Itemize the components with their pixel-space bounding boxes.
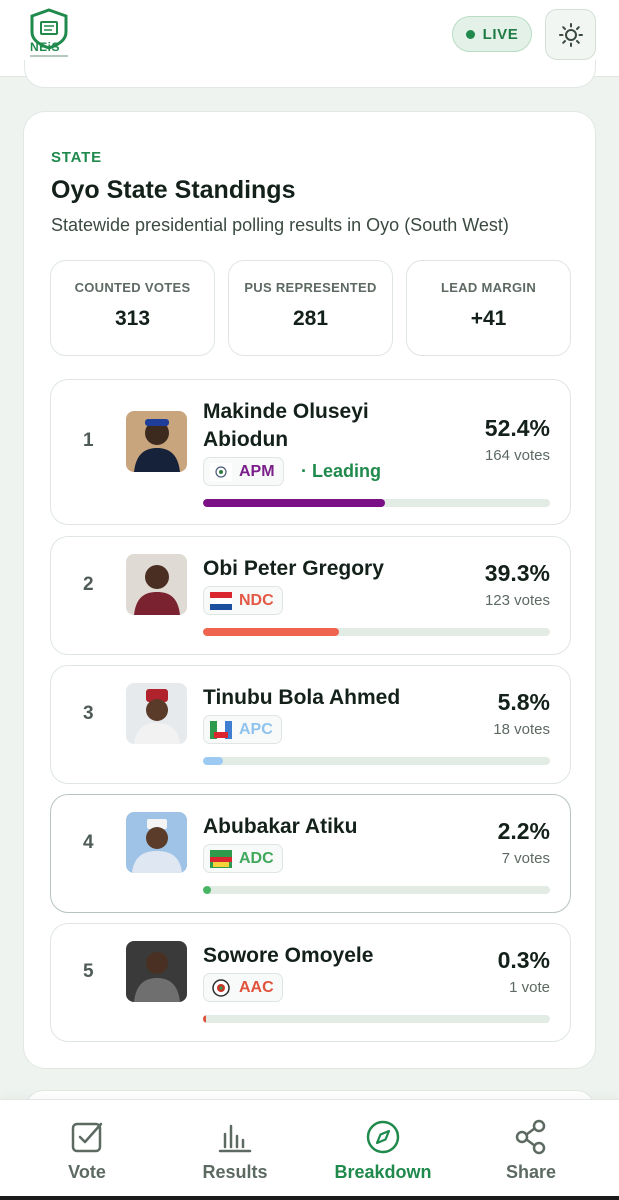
candidate-name: Sowore Omoyele: [203, 944, 374, 967]
share-icon: [512, 1118, 550, 1156]
candidate-avatar: [126, 683, 187, 744]
party-badge: AAC: [203, 973, 283, 1002]
vote-percentage: 52.4%: [484, 415, 550, 441]
nav-label: Results: [202, 1162, 268, 1182]
apm-flag-icon: [210, 462, 232, 481]
candidate-avatar: [126, 812, 187, 873]
candidate-name-line2: Abiodun: [203, 428, 289, 451]
vote-share-fill: [203, 757, 223, 765]
stat-lead-margin: LEAD MARGIN +41: [406, 260, 571, 356]
vote-share-fill: [203, 628, 339, 636]
stat-label: COUNTED VOTES: [74, 280, 191, 295]
live-label: LIVE: [482, 25, 519, 43]
stat-value: +41: [470, 307, 507, 330]
party-badge: ADC: [203, 844, 283, 873]
candidate-avatar: [126, 411, 187, 472]
aac-emblem-icon: [212, 978, 230, 997]
nav-item-breakdown[interactable]: Breakdown: [306, 1100, 460, 1200]
bottom-nav: Vote Results Breakdown Share: [0, 1099, 619, 1200]
vote-share-fill: [203, 499, 385, 507]
candidate-name: Tinubu Bola Ahmed: [203, 686, 401, 709]
candidate-rank: 2: [83, 574, 94, 595]
party-name: ADC: [239, 849, 274, 867]
candidate-rank: 3: [83, 703, 94, 724]
party-badge: NDC: [203, 586, 283, 615]
vote-count: 18 votes: [493, 721, 550, 738]
stat-value: 313: [114, 307, 151, 330]
party-name: APC: [239, 720, 273, 738]
candidate-row[interactable]: 1 Makinde Oluseyi Abiodun APM · Leading …: [50, 379, 571, 525]
nav-item-share[interactable]: Share: [454, 1100, 608, 1200]
vote-share-bar: [203, 757, 550, 765]
candidate-row[interactable]: 5 Sowore Omoyele AAC 0.3% 1 vote: [50, 923, 571, 1042]
candidate-name: Obi Peter Gregory: [203, 557, 384, 580]
home-indicator: [0, 1196, 619, 1200]
vote-count: 123 votes: [484, 592, 550, 609]
section-subtitle: Statewide presidential polling results i…: [51, 215, 509, 235]
sun-icon: [558, 22, 583, 47]
state-standings-card: STATE Oyo State Standings Statewide pres…: [23, 111, 596, 1069]
party-name: AAC: [239, 978, 274, 996]
vote-percentage: 2.2%: [497, 818, 550, 844]
vote-count: 1 vote: [509, 979, 550, 996]
nav-label: Breakdown: [334, 1162, 432, 1182]
vote-share-bar: [203, 1015, 550, 1023]
candidate-rank: 4: [83, 832, 94, 853]
theme-toggle-button[interactable]: [545, 9, 596, 60]
candidate-name: Makinde Oluseyi: [203, 400, 369, 423]
vote-count: 7 votes: [501, 850, 550, 867]
party-badge: APC: [203, 715, 282, 744]
stat-label: LEAD MARGIN: [440, 280, 537, 295]
candidate-row[interactable]: 4 Abubakar Atiku ADC 2.2% 7 votes: [50, 794, 571, 913]
checkbox-icon: [68, 1118, 106, 1156]
vote-share-bar: [203, 628, 550, 636]
vote-share-fill: [203, 886, 211, 894]
nav-item-vote[interactable]: Vote: [10, 1100, 164, 1200]
nav-label: Vote: [68, 1162, 106, 1182]
party-name: NDC: [239, 591, 274, 609]
vote-percentage: 5.8%: [497, 689, 550, 715]
nav-item-results[interactable]: Results: [158, 1100, 312, 1200]
previous-card: [24, 60, 596, 88]
vote-percentage: 0.3%: [497, 947, 550, 973]
vote-percentage: 39.3%: [484, 560, 550, 586]
section-eyebrow: STATE: [51, 149, 102, 166]
vote-share-bar: [203, 886, 550, 894]
candidate-rank: 5: [83, 961, 94, 982]
leading-status: · Leading: [301, 461, 381, 481]
candidate-row[interactable]: 2 Obi Peter Gregory NDC 39.3% 123 votes: [50, 536, 571, 655]
ndc-flag-icon: [210, 591, 232, 610]
vote-share-bar: [203, 499, 550, 507]
candidate-rank: 1: [83, 430, 94, 451]
nav-label: Share: [505, 1162, 557, 1182]
party-name: APM: [239, 462, 275, 480]
party-badge: APM: [203, 457, 284, 486]
bar-chart-icon: [216, 1118, 254, 1156]
candidate-avatar: [126, 554, 187, 615]
stat-counted-votes: COUNTED VOTES 313: [50, 260, 215, 356]
vote-share-fill: [203, 1015, 206, 1023]
candidate-row[interactable]: 3 Tinubu Bola Ahmed APC 5.8% 18 votes: [50, 665, 571, 784]
apc-flag-icon: [210, 720, 232, 739]
stat-pus-represented: PUS REPRESENTED 281: [228, 260, 393, 356]
live-indicator: LIVE: [452, 16, 532, 52]
compass-icon: [364, 1118, 402, 1156]
candidate-name: Abubakar Atiku: [203, 815, 358, 838]
live-dot-icon: [465, 29, 475, 39]
candidate-avatar: [126, 941, 187, 1002]
vote-count: 164 votes: [484, 447, 550, 464]
adc-flag-icon: [210, 849, 232, 868]
stat-label: PUS REPRESENTED: [244, 280, 377, 295]
section-title: Oyo State Standings: [51, 176, 296, 204]
logo-tagline: [30, 55, 68, 57]
logo-text: NEiS: [30, 40, 61, 54]
stat-value: 281: [292, 307, 329, 330]
